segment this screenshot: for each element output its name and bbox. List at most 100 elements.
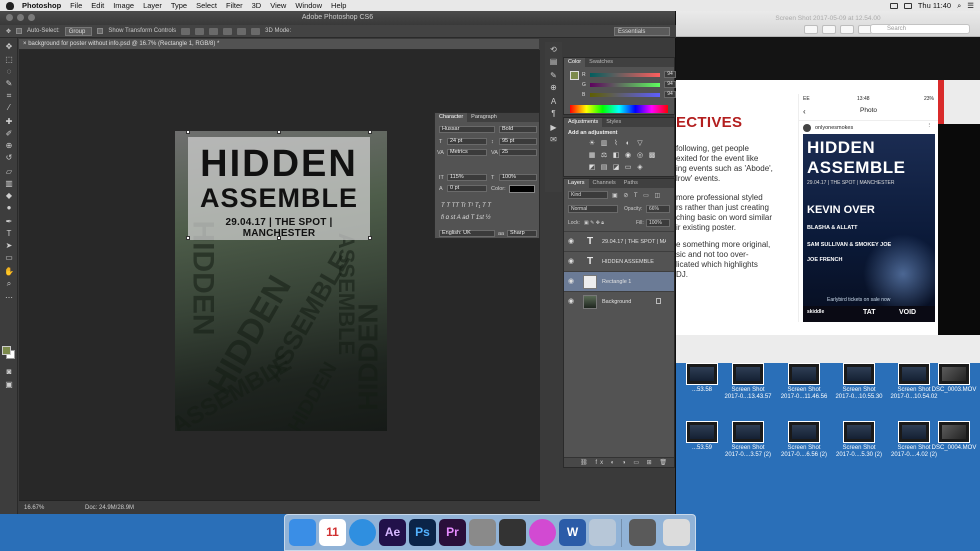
menu-filter[interactable]: Filter (226, 1, 243, 10)
zoom-level[interactable]: 16.67% (24, 501, 44, 515)
dock-preview[interactable] (589, 519, 616, 546)
align-middle-icon[interactable] (195, 27, 205, 35)
color-lookup-icon[interactable]: ▩ (648, 152, 656, 160)
brush-tool[interactable]: ✐ (4, 130, 14, 138)
antialias-dropdown[interactable]: Sharp (507, 230, 537, 237)
move-tool[interactable]: ✥ (4, 43, 14, 51)
color-panel-foreground-swatch[interactable] (570, 71, 579, 80)
foreground-color-swatch[interactable] (2, 346, 11, 355)
character-panel-icon[interactable]: A (549, 98, 558, 106)
transform-handle[interactable] (186, 131, 190, 134)
vertical-scale-input[interactable]: 115% (447, 174, 487, 181)
transform-handle[interactable] (186, 236, 190, 240)
channel-mixer-icon[interactable]: ◎ (636, 152, 644, 160)
preview-search-input[interactable]: Search (870, 24, 970, 34)
color-balance-icon[interactable]: ⚖ (600, 152, 608, 160)
screen-mode-icon[interactable]: ▣ (4, 381, 14, 389)
layer-filter-dropdown[interactable]: Kind (568, 191, 608, 199)
transform-handle[interactable] (277, 236, 281, 240)
preview-markup-button[interactable] (840, 25, 854, 34)
menu-window[interactable]: Window (295, 1, 322, 10)
layers-footer-buttons[interactable]: ⛓ fx ◐ ◑ ▭ ⊞ 🗑︎ (564, 457, 674, 467)
auto-select-checkbox[interactable] (16, 28, 23, 34)
type-tool[interactable]: T (4, 230, 14, 238)
history-brush-tool[interactable]: ↺ (4, 154, 14, 162)
color-spectrum[interactable] (570, 105, 668, 113)
transform-controls-checkbox[interactable] (97, 28, 104, 34)
dock-calendar[interactable]: 11 (319, 519, 346, 546)
dock-premiere[interactable]: Pr (439, 519, 466, 546)
font-size-input[interactable]: 24 pt (447, 138, 487, 145)
clone-panel-icon[interactable]: ⊕ (549, 84, 558, 92)
opentype-buttons[interactable]: fi ɑ st A ad T 1st ½ (441, 215, 491, 221)
properties-panel-icon[interactable]: ▤ (549, 58, 558, 66)
tab-color[interactable]: Color (564, 58, 586, 67)
hue-saturation-icon[interactable]: ▦ (588, 152, 596, 160)
desktop-file[interactable]: DSC_0004.MOV (926, 421, 980, 452)
text-color-swatch[interactable] (509, 185, 535, 193)
more-tools-icon[interactable]: ⋯ (4, 294, 14, 302)
green-value[interactable]: 94 (664, 81, 676, 88)
healing-tool[interactable]: ✚ (4, 118, 14, 126)
lasso-tool[interactable]: ◌ (4, 68, 14, 76)
eye-icon[interactable]: ◉ (568, 277, 574, 285)
horizontal-scale-input[interactable]: 100% (499, 174, 537, 181)
menu-list-icon[interactable]: ☰ (967, 1, 974, 10)
tab-adjustments[interactable]: Adjustments (564, 118, 603, 127)
apple-icon[interactable] (6, 1, 14, 10)
threshold-icon[interactable]: ◪ (612, 164, 620, 172)
preview-sidebar-button[interactable] (804, 25, 818, 34)
photo-filter-icon[interactable]: ◉ (624, 152, 632, 160)
layer-row[interactable]: ◉ Background (564, 291, 674, 311)
align-top-icon[interactable] (181, 27, 191, 35)
align-left-icon[interactable] (223, 27, 233, 35)
desktop-file[interactable]: Screen Shot 2017-0....5.30 (2) (831, 421, 887, 459)
poster-artwork[interactable]: HIDDEN HIDDEN ASSEMBLE ASSEMBLE HIDDEN A… (175, 131, 387, 431)
tab-layers[interactable]: Layers (564, 179, 589, 188)
vibrance-icon[interactable]: ▽ (636, 140, 644, 148)
dock-screen[interactable] (629, 519, 656, 546)
shape-tool[interactable]: ▭ (4, 254, 14, 262)
eye-icon[interactable]: ◉ (568, 257, 574, 265)
menu-layer[interactable]: Layer (143, 1, 162, 10)
tracking-dropdown[interactable]: 25 (499, 149, 537, 156)
close-window-button[interactable] (6, 14, 13, 21)
desktop-file[interactable]: Screen Shot 2017-0...13.43.57 (720, 363, 776, 401)
invert-icon[interactable]: ◩ (588, 164, 596, 172)
gradient-tool[interactable]: ▥ (4, 180, 14, 188)
wifi-icon[interactable] (889, 2, 898, 9)
menu-help[interactable]: Help (331, 1, 346, 10)
menu-view[interactable]: View (270, 1, 286, 10)
dock-safari[interactable] (349, 519, 376, 546)
lock-icons[interactable]: ▣ ✎ ✥ 🔒︎ (584, 220, 604, 226)
brightness-icon[interactable]: ☀ (588, 140, 596, 148)
move-tool-icon[interactable]: ✥ (6, 28, 11, 35)
desktop-file[interactable]: Screen Shot 2017-0....3.57 (2) (720, 421, 776, 459)
curves-icon[interactable]: ⌇ (612, 140, 620, 148)
green-slider[interactable] (590, 83, 660, 87)
quick-mask-icon[interactable]: ◙ (4, 368, 14, 376)
menu-type[interactable]: Type (171, 1, 187, 10)
close-tab-icon[interactable]: × (23, 41, 27, 47)
quick-select-tool[interactable]: ✎ (4, 80, 14, 88)
poster-header-rectangle[interactable]: HIDDEN ASSEMBLE 29.04.17 | THE SPOT | MA… (188, 137, 370, 240)
tab-styles[interactable]: Styles (602, 118, 625, 127)
opacity-input[interactable]: 66% (646, 205, 670, 213)
document-tab[interactable]: × background for poster without info.psd… (19, 39, 539, 50)
blue-slider[interactable] (590, 93, 660, 97)
red-slider[interactable] (590, 73, 660, 77)
dock-photoshop[interactable]: Ps (409, 519, 436, 546)
leading-input[interactable]: 95 pt (499, 138, 537, 145)
layer-row-selected[interactable]: ◉ Rectangle 1 (564, 271, 674, 291)
dodge-tool[interactable]: ● (4, 204, 14, 212)
notes-panel-icon[interactable]: ✉ (549, 136, 558, 144)
path-select-tool[interactable]: ➤ (4, 242, 14, 250)
align-right-icon[interactable] (251, 27, 261, 35)
fill-input[interactable]: 100% (646, 219, 670, 227)
desktop-file[interactable]: Screen Shot 2017-0...10.55.30 (831, 363, 887, 401)
dock-finder[interactable] (289, 519, 316, 546)
posterize-icon[interactable]: ▤ (600, 164, 608, 172)
marquee-tool[interactable]: ⬚ (4, 56, 14, 64)
actions-panel-icon[interactable]: ▶ (549, 124, 558, 132)
menu-app-name[interactable]: Photoshop (22, 1, 61, 10)
